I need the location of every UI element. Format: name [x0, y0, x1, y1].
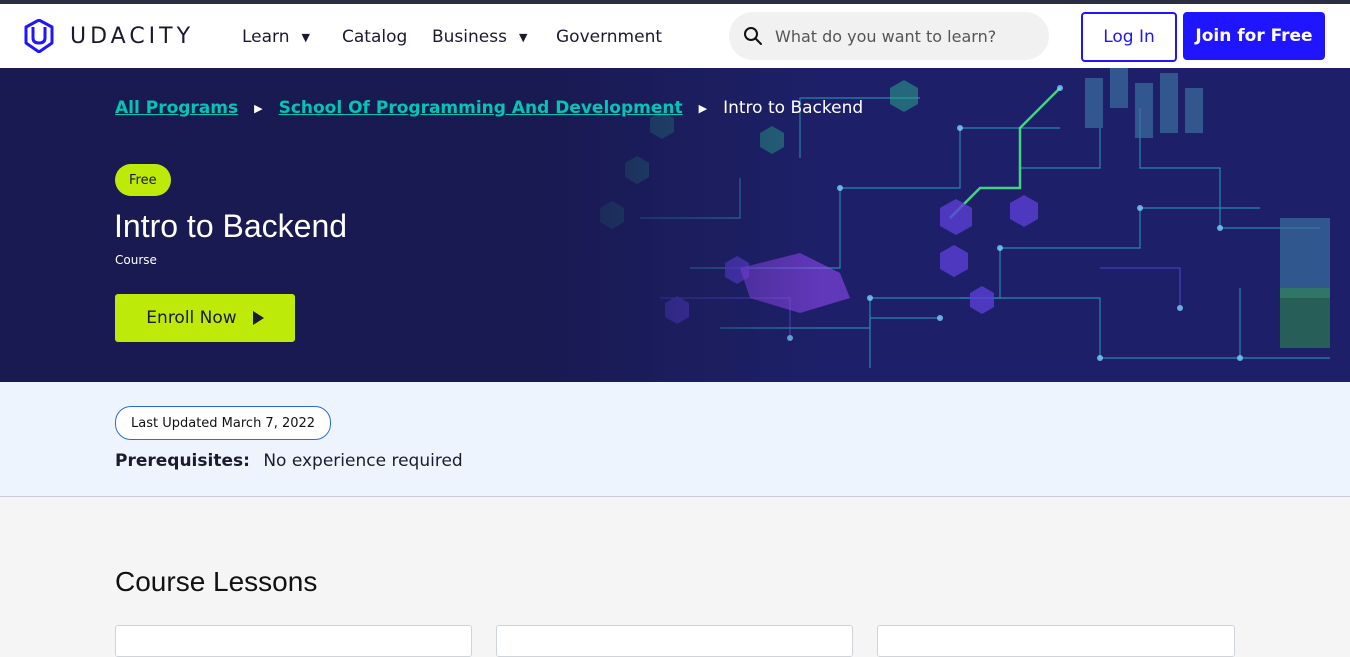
nav-business[interactable]: Business ▼: [432, 27, 527, 47]
site-header: UDACITY Learn ▼ Catalog Business ▼ Gover…: [0, 4, 1350, 68]
lesson-card[interactable]: [877, 625, 1235, 657]
free-badge: Free: [115, 164, 171, 196]
search-icon: [744, 27, 762, 45]
page-title: Intro to Backend: [114, 208, 348, 244]
nav-learn[interactable]: Learn ▼: [242, 27, 310, 47]
breadcrumb-arrow-icon: ▶: [698, 101, 708, 115]
lesson-card[interactable]: [496, 625, 853, 657]
chevron-down-icon: ▼: [301, 30, 310, 44]
course-meta: Last Updated March 7, 2022 Prerequisites…: [0, 382, 1350, 497]
breadcrumb: All Programs ▶ School Of Programming And…: [115, 98, 863, 118]
enroll-now-label: Enroll Now: [146, 308, 237, 328]
nav-government-label: Government: [556, 27, 663, 47]
breadcrumb-arrow-icon: ▶: [254, 101, 263, 115]
chevron-down-icon: ▼: [518, 30, 528, 44]
prerequisites: Prerequisites: No experience required: [115, 451, 463, 471]
udacity-logo-icon: [24, 19, 54, 53]
last-updated-badge: Last Updated March 7, 2022: [115, 406, 332, 440]
breadcrumb-school[interactable]: School Of Programming And Development: [279, 98, 683, 118]
nav-catalog[interactable]: Catalog: [342, 27, 407, 47]
login-button[interactable]: Log In: [1081, 12, 1177, 62]
lesson-card[interactable]: [115, 625, 472, 657]
play-icon: [252, 311, 264, 325]
nav-government[interactable]: Government: [556, 27, 662, 47]
nav-learn-label: Learn: [242, 27, 290, 47]
breadcrumb-all-programs[interactable]: All Programs: [115, 98, 238, 118]
logo[interactable]: UDACITY: [22, 19, 194, 53]
nav-catalog-label: Catalog: [342, 27, 408, 47]
program-type: Course: [115, 253, 157, 267]
join-button[interactable]: Join for Free: [1183, 12, 1325, 60]
search-input[interactable]: [773, 25, 1037, 47]
breadcrumb-current: Intro to Backend: [723, 98, 864, 118]
prerequisites-value: No experience required: [263, 451, 463, 471]
brand-name: UDACITY: [70, 23, 195, 49]
prerequisites-label: Prerequisites:: [115, 451, 250, 471]
search-bar[interactable]: [729, 12, 1049, 60]
course-lessons-heading: Course Lessons: [115, 566, 318, 597]
hero-banner: All Programs ▶ School Of Programming And…: [0, 68, 1350, 382]
nav-business-label: Business: [432, 27, 507, 47]
enroll-now-button[interactable]: Enroll Now: [115, 294, 295, 342]
